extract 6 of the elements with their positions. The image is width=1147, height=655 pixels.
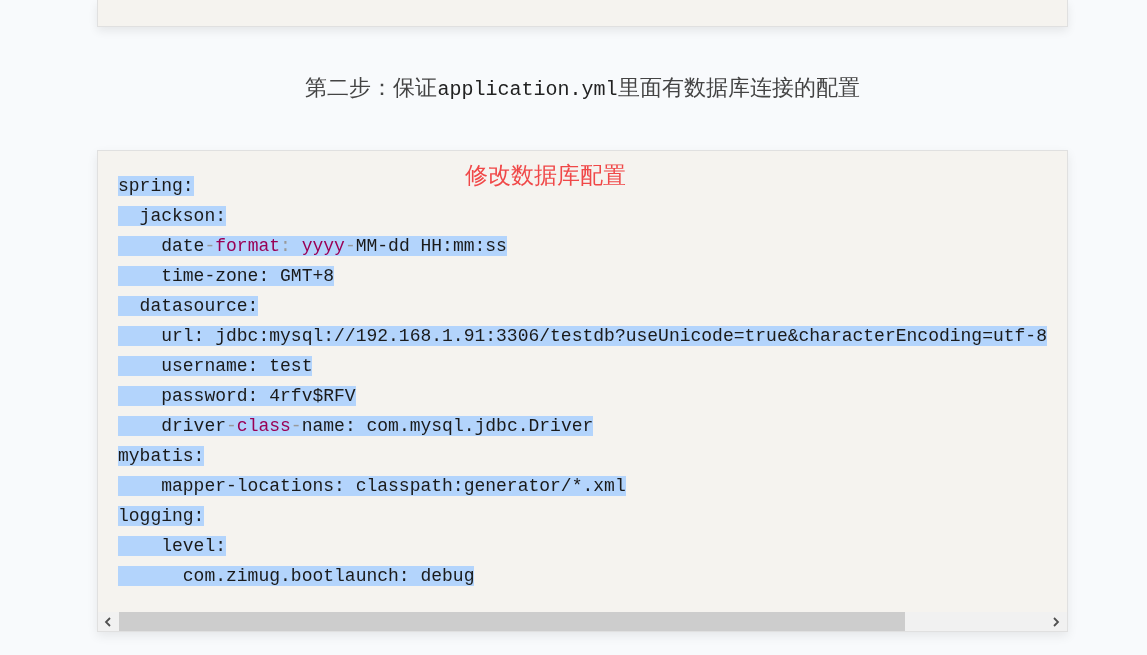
chevron-right-icon	[1052, 616, 1060, 627]
chevron-left-icon	[104, 616, 112, 627]
step-heading: 第二步：保证application.yml里面有数据库连接的配置	[304, 74, 861, 103]
annotation-text: 修改数据库配置	[465, 161, 626, 190]
scrollbar-thumb[interactable]	[119, 612, 905, 631]
scrollbar-track[interactable]	[98, 612, 1067, 631]
